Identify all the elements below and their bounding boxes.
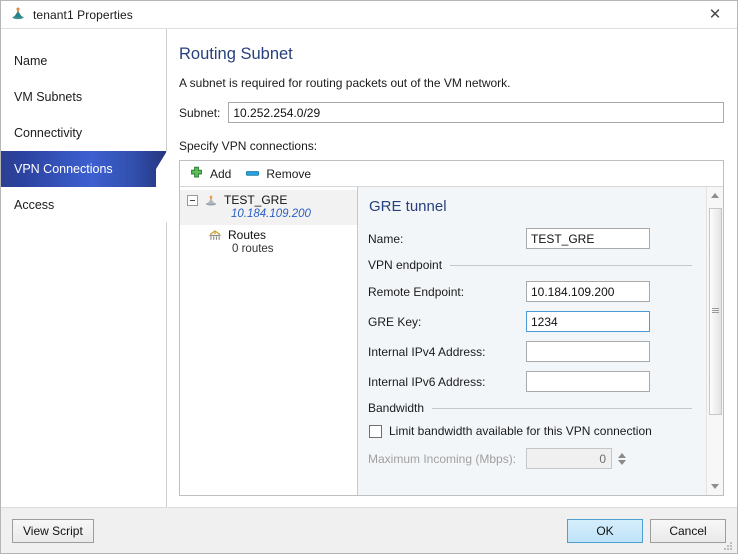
scroll-down-icon[interactable] [707, 478, 724, 495]
group-header-vpn-endpoint: VPN endpoint [368, 258, 694, 272]
remote-endpoint-input[interactable] [526, 281, 650, 302]
max-incoming-stepper[interactable] [526, 448, 629, 469]
vpn-panes: TEST_GRE 10.184.109.200 Routes 0 routes … [180, 187, 723, 495]
scrollbar-thumb[interactable] [708, 208, 722, 415]
stepper-up-icon[interactable] [618, 452, 626, 458]
main-content: Routing Subnet A subnet is required for … [167, 29, 737, 507]
window-title: tenant1 Properties [33, 7, 133, 22]
vpn-toolbar: Add Remove [180, 161, 723, 187]
ok-button[interactable]: OK [567, 518, 643, 543]
sidebar-item-name[interactable]: Name [1, 43, 166, 79]
cancel-button[interactable]: Cancel [650, 518, 726, 543]
max-incoming-input[interactable] [526, 448, 612, 469]
page-description: A subnet is required for routing packets… [179, 76, 511, 90]
tree-node-title: TEST_GRE [224, 193, 288, 207]
subnet-row: Subnet: [179, 102, 724, 123]
limit-bandwidth-label: Limit bandwidth available for this VPN c… [389, 424, 652, 438]
sidebar-nav: Name VM Subnets Connectivity VPN Connect… [1, 29, 167, 507]
vpn-connection-icon [203, 193, 219, 213]
vpn-tree: TEST_GRE 10.184.109.200 Routes 0 routes [180, 187, 358, 495]
dialog-footer: View Script OK Cancel [1, 507, 737, 553]
vpn-detail-form: GRE tunnel Name: VPN endpoint Remote End [358, 187, 706, 495]
tree-node-routes[interactable]: Routes 0 routes [180, 225, 357, 260]
gre-key-label: GRE Key: [368, 314, 422, 329]
stepper-buttons[interactable] [615, 448, 629, 469]
group-divider [432, 407, 692, 409]
tree-node-subtitle: 0 routes [232, 243, 274, 255]
group-header-label: VPN endpoint [368, 258, 443, 272]
limit-bandwidth-row[interactable]: Limit bandwidth available for this VPN c… [369, 424, 694, 438]
name-label: Name: [368, 231, 404, 246]
resize-grip-icon[interactable] [722, 539, 734, 551]
sidebar-item-label: Connectivity [14, 126, 83, 140]
internal-ipv4-row: Internal IPv4 Address: [368, 341, 694, 362]
group-divider [450, 264, 692, 266]
close-icon[interactable]: ✕ [693, 1, 737, 28]
max-incoming-row: Maximum Incoming (Mbps): [368, 448, 694, 469]
gre-key-row: GRE Key: [368, 311, 694, 332]
group-header-label: Bandwidth [368, 401, 425, 415]
internal-ipv4-label: Internal IPv4 Address: [368, 344, 486, 359]
vpn-detail-pane: GRE tunnel Name: VPN endpoint Remote End [358, 187, 723, 495]
scrollbar-track[interactable] [707, 204, 724, 478]
view-script-button[interactable]: View Script [12, 518, 94, 543]
sidebar-item-label: VM Subnets [14, 90, 83, 104]
internal-ipv4-input[interactable] [526, 341, 650, 362]
add-button[interactable]: Add [187, 163, 237, 185]
scrollbar-grip-icon [711, 307, 719, 316]
detail-scrollbar[interactable] [706, 187, 723, 495]
internal-ipv6-row: Internal IPv6 Address: [368, 371, 694, 392]
subnet-input[interactable] [228, 102, 724, 123]
remove-button-label: Remove [266, 166, 312, 181]
sidebar-item-access[interactable]: Access [1, 187, 166, 223]
sidebar-item-connectivity[interactable]: Connectivity [1, 115, 166, 151]
network-tenant-icon [10, 7, 26, 23]
remote-endpoint-row: Remote Endpoint: [368, 281, 694, 302]
name-input[interactable] [526, 228, 650, 249]
dialog-body: Name VM Subnets Connectivity VPN Connect… [1, 28, 737, 507]
minus-icon [245, 166, 260, 181]
properties-dialog: tenant1 Properties ✕ Name VM Subnets Con… [0, 0, 738, 554]
plus-icon [189, 166, 204, 181]
specify-vpn-label: Specify VPN connections: [179, 139, 318, 153]
collapse-icon[interactable] [187, 195, 198, 206]
name-row: Name: [368, 228, 694, 249]
limit-bandwidth-checkbox[interactable] [369, 424, 382, 438]
tree-node-text: TEST_GRE 10.184.109.200 [224, 193, 311, 222]
sidebar-item-label: Name [14, 54, 48, 68]
remove-button[interactable]: Remove [243, 163, 317, 185]
add-button-label: Add [210, 166, 232, 181]
stepper-down-icon[interactable] [618, 459, 626, 465]
scroll-up-icon[interactable] [707, 187, 724, 204]
routes-table-icon [207, 228, 223, 248]
gre-key-input[interactable] [526, 311, 650, 332]
tree-node-subtitle: 10.184.109.200 [231, 208, 311, 220]
detail-title: GRE tunnel [369, 198, 447, 215]
group-header-bandwidth: Bandwidth [368, 401, 694, 415]
remote-endpoint-label: Remote Endpoint: [368, 284, 465, 299]
internal-ipv6-input[interactable] [526, 371, 650, 392]
max-incoming-label: Maximum Incoming (Mbps): [368, 451, 517, 466]
sidebar-item-vm-subnets[interactable]: VM Subnets [1, 79, 166, 115]
title-bar: tenant1 Properties ✕ [1, 1, 737, 28]
sidebar-item-vpn-connections[interactable]: VPN Connections [1, 151, 167, 223]
subnet-label: Subnet: [179, 105, 221, 120]
vpn-connections-box: Add Remove TEST_GRE 10.184.109.200 Route… [179, 160, 724, 496]
tree-node-text: Routes 0 routes [228, 228, 274, 257]
tree-node-test-gre[interactable]: TEST_GRE 10.184.109.200 [180, 190, 357, 225]
sidebar-item-label: Access [14, 198, 55, 212]
tree-node-title: Routes [228, 228, 267, 242]
page-title: Routing Subnet [179, 45, 293, 63]
sidebar-item-label: VPN Connections [14, 162, 113, 176]
internal-ipv6-label: Internal IPv6 Address: [368, 374, 486, 389]
